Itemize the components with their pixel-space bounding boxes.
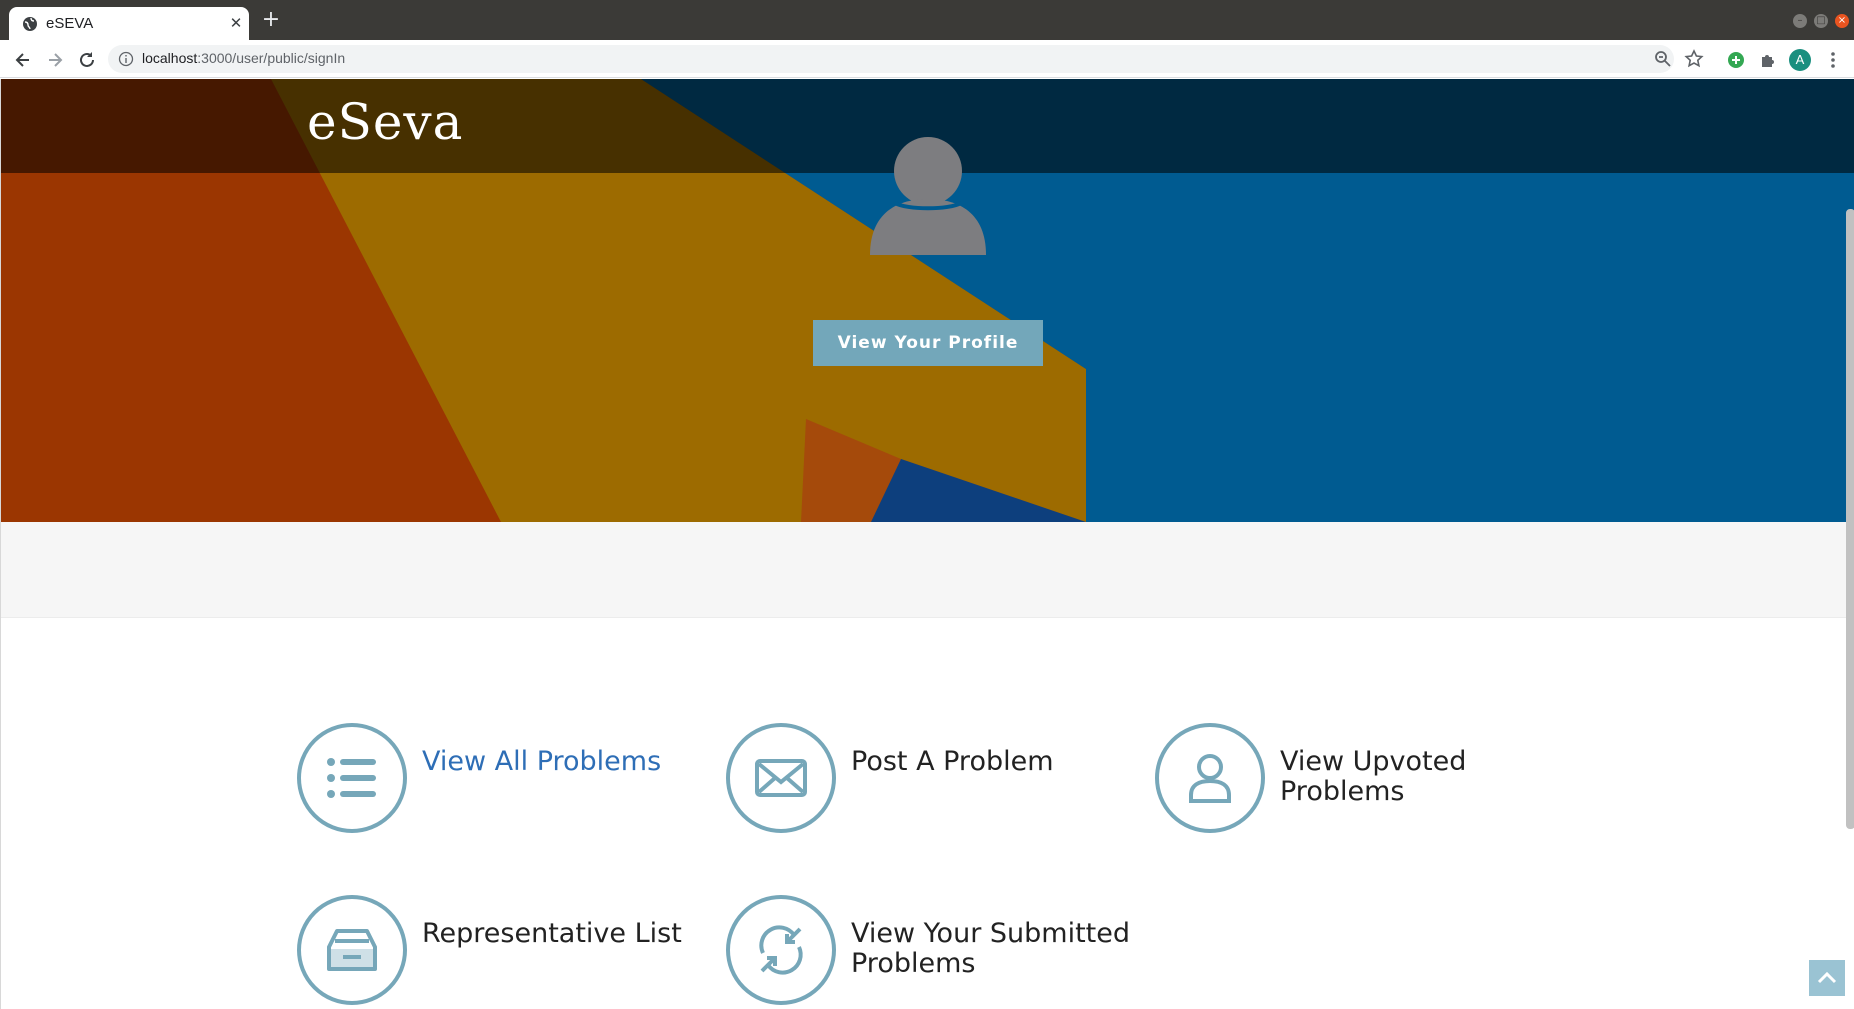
- feature-view-upvoted-problems[interactable]: View Upvoted Problems: [1155, 723, 1555, 833]
- new-tab-button[interactable]: +: [260, 9, 282, 31]
- list-icon: [327, 758, 376, 798]
- scroll-to-top-button[interactable]: [1809, 960, 1845, 996]
- close-tab-icon[interactable]: ✕: [227, 14, 245, 32]
- feature-label[interactable]: View All Problems: [422, 747, 661, 777]
- feature-label-line1: Post A Problem: [851, 746, 1054, 777]
- zoom-icon[interactable]: [1652, 48, 1674, 70]
- feature-icon-circle: [297, 895, 407, 1005]
- reload-icon[interactable]: [76, 49, 98, 71]
- globe-icon: [23, 17, 37, 31]
- feature-label-line1: View Upvoted: [1280, 746, 1467, 777]
- url-path: :3000/user/public/signIn: [197, 50, 346, 66]
- envelope-icon: [755, 759, 807, 797]
- feature-label-line2: Problems: [1280, 776, 1405, 807]
- feature-label[interactable]: View Upvoted Problems: [1280, 747, 1466, 807]
- site-logo[interactable]: eSeva: [307, 93, 464, 151]
- extensions-puzzle-icon[interactable]: [1757, 49, 1779, 71]
- feature-label-line1: View Your Submitted: [851, 918, 1130, 949]
- feature-label[interactable]: View Your Submitted Problems: [851, 919, 1130, 979]
- close-window-icon[interactable]: ×: [1835, 14, 1849, 28]
- feature-label[interactable]: Representative List: [422, 919, 682, 949]
- feature-view-all-problems[interactable]: View All Problems: [297, 723, 697, 833]
- extension-plus-icon[interactable]: [1725, 49, 1747, 71]
- browser-tab[interactable]: eSEVA ✕: [9, 7, 249, 40]
- feature-label[interactable]: Post A Problem: [851, 747, 1054, 777]
- feature-view-submitted-problems[interactable]: View Your Submitted Problems: [726, 895, 1146, 1005]
- browser-tab-strip: eSEVA ✕ + – □ ×: [0, 0, 1854, 40]
- feature-post-a-problem[interactable]: Post A Problem: [726, 723, 1126, 833]
- maximize-window-icon[interactable]: □: [1814, 14, 1828, 28]
- address-bar[interactable]: localhost:3000/user/public/signIn: [108, 45, 1704, 73]
- browser-toolbar: localhost:3000/user/public/signIn A: [0, 40, 1854, 78]
- feature-icon-circle: [726, 723, 836, 833]
- feature-icon-circle: [1155, 723, 1265, 833]
- chevron-up-icon: [1817, 971, 1837, 984]
- url-host: localhost: [142, 50, 198, 66]
- minimize-window-icon[interactable]: –: [1793, 14, 1807, 28]
- feature-icon-circle: [726, 895, 836, 1005]
- info-icon[interactable]: [118, 51, 134, 67]
- page-viewport: eSeva View Your Profile View All Problem…: [0, 79, 1854, 1009]
- menu-kebab-icon[interactable]: [1822, 49, 1844, 71]
- user-avatar-icon: [870, 137, 986, 255]
- sync-icon: [759, 925, 803, 975]
- inbox-icon: [327, 929, 377, 971]
- back-arrow-icon[interactable]: [12, 49, 34, 71]
- hero-banner: eSeva View Your Profile: [1, 79, 1854, 522]
- profile-avatar[interactable]: A: [1789, 49, 1811, 71]
- feature-label-line1: View All Problems: [422, 746, 662, 777]
- feature-representative-list[interactable]: Representative List: [297, 895, 697, 1005]
- user-icon: [1189, 754, 1231, 803]
- bookmark-star-icon[interactable]: [1683, 48, 1705, 70]
- forward-arrow-icon[interactable]: [44, 49, 66, 71]
- content-band: [1, 522, 1854, 618]
- view-profile-button[interactable]: View Your Profile: [813, 320, 1043, 366]
- feature-label-line1: Representative List: [422, 918, 682, 949]
- tab-title: eSEVA: [46, 15, 94, 32]
- url-text[interactable]: localhost:3000/user/public/signIn: [142, 50, 345, 66]
- page-scrollbar[interactable]: [1846, 209, 1854, 829]
- feature-icon-circle: [297, 723, 407, 833]
- feature-label-line2: Problems: [851, 948, 976, 979]
